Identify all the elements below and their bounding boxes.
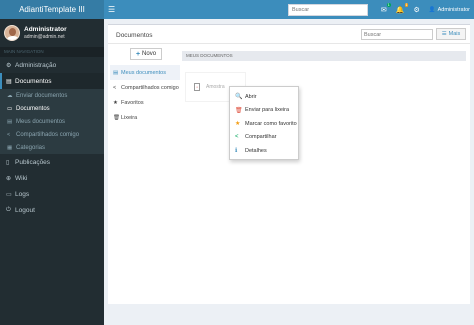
notifications-badge: 1 <box>404 2 409 7</box>
sidebar-item-label: Documentos <box>16 105 50 112</box>
more-button-label: Mais <box>448 31 461 37</box>
sidebar: Administrator admin@admin.net MAIN NAVIG… <box>0 19 104 325</box>
messages-icon[interactable]: ✉ 1 <box>381 2 391 14</box>
nav-label: Favoritos <box>121 99 144 106</box>
nav-meus-documentos[interactable]: ▤ Meus documentos <box>110 65 180 80</box>
new-button[interactable]: + Novo <box>130 48 162 60</box>
trash-icon: 🗑 <box>113 114 120 121</box>
page-title: Documentos <box>116 32 153 39</box>
documentos-submenu: ☁ Enviar documentos ▭ Documentos ▤ Meus doc… <box>0 89 104 154</box>
files-header: MEUS DOCUMENTOS <box>182 51 466 61</box>
user-info: Administrator admin@admin.net <box>24 26 67 40</box>
sidebar-item-logout[interactable]: ⏻ Logout <box>0 202 104 218</box>
sidebar-item-meus-documentos[interactable]: ▤ Meus documentos <box>0 115 104 128</box>
share-icon: < <box>7 131 11 138</box>
sidebar-item-label: Logout <box>15 206 35 214</box>
plus-icon: + <box>135 50 141 58</box>
nav-compartilhados[interactable]: < Compartilhados comigo <box>110 80 180 95</box>
menu-item-label: Enviar para lixeira <box>245 107 290 114</box>
menu-item-label: Marcar como favorito <box>245 120 297 127</box>
pdf-file-icon: ▪ <box>194 83 200 91</box>
user-name: Administrator <box>24 26 67 33</box>
sidebar-item-label: Categorias <box>16 144 46 151</box>
menu-item-enviar-lixeira[interactable]: 🗑 Enviar para lixeira <box>230 104 298 118</box>
nav-label: Lixeira <box>121 114 138 121</box>
top-navbar: ☰ ✉1 🔔1 ⚙ 👤Administrator <box>104 0 474 19</box>
sidebar-item-label: Compartilhados comigo <box>16 131 80 138</box>
sidebar-item-label: Publicações <box>15 158 51 166</box>
sidebar-item-logs[interactable]: ▭ Logs <box>0 186 104 202</box>
sidebar-item-compartilhados[interactable]: < Compartilhados comigo <box>0 128 104 141</box>
folder-icon: ▤ <box>6 78 12 85</box>
nav-favoritos[interactable]: ★ Favoritos <box>110 95 180 110</box>
share-icon: < <box>113 84 117 91</box>
nav-lixeira[interactable]: 🗑 Lixeira <box>110 110 180 125</box>
menu-item-label: Detalhes <box>245 147 267 154</box>
star-icon: ★ <box>235 121 241 128</box>
gear-icon: ⚙ <box>6 62 12 69</box>
logout-icon: ⏻ <box>6 206 11 213</box>
sidebar-item-documentos[interactable]: ▤ Documentos <box>0 73 104 89</box>
nav-label: Meus documentos <box>121 69 166 76</box>
info-icon: ℹ <box>235 148 238 155</box>
monitor-icon: ▭ <box>6 191 12 198</box>
menu-item-favorito[interactable]: ★ Marcar como favorito <box>230 117 298 131</box>
cloud-upload-icon: ☁ <box>7 92 13 99</box>
top-search-input[interactable] <box>288 4 368 16</box>
sidebar-item-label: Documentos <box>15 77 52 85</box>
user-email: admin@admin.net <box>24 34 65 40</box>
avatar <box>4 25 20 41</box>
sidebar-item-label: Meus documentos <box>16 118 66 125</box>
documents-search-input[interactable] <box>361 29 433 40</box>
folder-icon: ▤ <box>113 69 119 76</box>
new-button-label: Novo <box>142 51 157 57</box>
menu-item-label: Compartilhar <box>245 134 277 141</box>
sidebar-item-enviar-documentos[interactable]: ☁ Enviar documentos <box>0 89 104 102</box>
file-icon: ▯ <box>6 159 10 166</box>
search-icon: 🔍 <box>235 94 243 101</box>
documents-nav: ▤ Meus documentos < Compartilhados comigo … <box>110 65 180 125</box>
share-icon: < <box>235 134 239 141</box>
more-button[interactable]: ☰ Mais <box>436 28 466 40</box>
menu-item-detalhes[interactable]: ℹ Detalhes <box>230 144 298 158</box>
sidebar-item-categorias[interactable]: ▦ Categorias <box>0 141 104 154</box>
sidebar-item-label: Wiki <box>15 174 28 182</box>
app-brand[interactable]: AdiantiTemplate III <box>0 0 104 19</box>
divider <box>108 43 470 44</box>
sidebar-item-publicacoes[interactable]: ▯ Publicações <box>0 154 104 170</box>
list-icon: ☰ <box>441 31 447 37</box>
table-icon: ▦ <box>7 144 13 151</box>
menu-item-label: Abrir <box>245 93 257 100</box>
trash-icon: 🗑 <box>235 107 243 114</box>
sidebar-item-label: Enviar documentos <box>16 92 68 99</box>
nav-label: Compartilhados comigo <box>121 84 179 91</box>
user-menu-label: Administrator <box>437 6 470 13</box>
user-panel: Administrator admin@admin.net <box>0 19 104 47</box>
sidebar-item-documentos-sub[interactable]: ▭ Documentos <box>0 102 104 115</box>
brand-text: AdiantiTemplate III <box>19 5 85 14</box>
sidebar-item-administracao[interactable]: ⚙ Administração <box>0 57 104 73</box>
sidebar-toggle-icon[interactable]: ☰ <box>108 5 118 14</box>
folder-icon: ▤ <box>7 118 13 125</box>
globe-icon: ⊕ <box>6 175 12 182</box>
top-icons: ✉ 1 🔔 1 ⚙ 👤 Administrator <box>381 0 470 19</box>
menu-item-abrir[interactable]: 🔍 Abrir <box>230 90 298 104</box>
star-icon: ★ <box>113 99 118 106</box>
nav-header: MAIN NAVIGATION <box>0 47 104 57</box>
sidebar-item-wiki[interactable]: ⊕ Wiki <box>0 170 104 186</box>
folder-open-icon: ▭ <box>7 105 13 112</box>
messages-badge: 1 <box>386 2 391 7</box>
settings-icon[interactable]: ⚙ <box>413 6 419 14</box>
context-menu: 🔍 Abrir 🗑 Enviar para lixeira ★ Marcar como… <box>229 86 299 160</box>
notifications-icon[interactable]: 🔔 1 <box>396 2 409 14</box>
menu-item-compartilhar[interactable]: < Compartilhar <box>230 131 298 145</box>
sidebar-item-label: Administração <box>15 61 57 69</box>
user-icon: 👤 <box>428 6 436 13</box>
sidebar-item-label: Logs <box>15 190 30 198</box>
documentos-sub-submenu: ▤ Meus documentos < Compartilhados comigo … <box>0 115 104 154</box>
user-menu[interactable]: 👤 Administrator <box>429 7 470 13</box>
file-name: Amostra <box>206 84 225 90</box>
documents-panel: Documentos ☰Mais +Novo ▤Meus documentos … <box>108 24 470 304</box>
